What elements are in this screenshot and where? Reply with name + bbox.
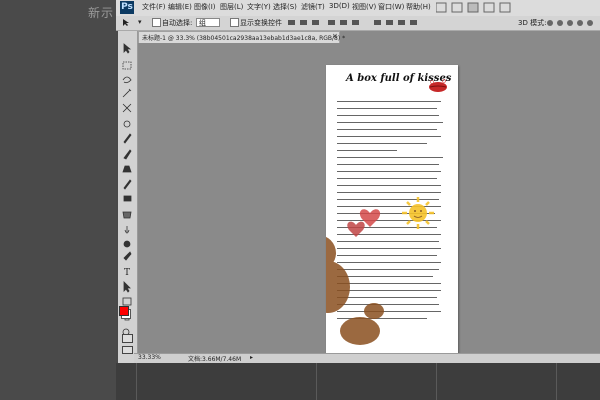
auto-select-checkbox[interactable]: [152, 18, 161, 27]
3d-mode-buttons: [547, 20, 593, 26]
page-decorations: [326, 79, 447, 345]
dodge-tool-icon[interactable]: [123, 240, 131, 248]
lips-icon: [429, 79, 447, 92]
status-arrow-icon[interactable]: ▸: [250, 354, 253, 361]
align-right-icon[interactable]: [352, 20, 359, 25]
auto-select-label: 自动选择:: [162, 19, 193, 27]
auto-select-dropdown[interactable]: 组: [196, 18, 220, 27]
taskbar-divider: [556, 363, 557, 400]
minibridge-icon[interactable]: [451, 2, 463, 13]
eraser-tool-icon[interactable]: [123, 195, 132, 202]
document-size: 文档:3.66M/7.46M: [188, 356, 242, 363]
close-icon[interactable]: ×: [332, 32, 338, 40]
3d-mode-label: 3D 模式:: [518, 19, 547, 27]
screen-mode-icon[interactable]: [122, 346, 133, 354]
align-vcenter-icon[interactable]: [300, 20, 307, 25]
taskbar: [116, 363, 600, 400]
screen-mode-icon[interactable]: [499, 2, 511, 13]
rectangle-tool-icon[interactable]: [122, 297, 132, 306]
quick-selection-icon[interactable]: [122, 88, 132, 98]
bridge-icon[interactable]: [436, 2, 447, 13]
healing-brush-icon[interactable]: [123, 133, 132, 144]
menu-help[interactable]: 帮助(H): [406, 2, 431, 12]
taskbar-divider: [316, 363, 317, 400]
menu-filter[interactable]: 滤镜(T): [301, 2, 325, 12]
menu-view[interactable]: 视图(V): [352, 2, 376, 12]
show-transform-label: 显示变换控件: [240, 19, 282, 27]
teddy-bear-icon: [326, 236, 384, 345]
gradient-tool-icon[interactable]: [122, 211, 132, 219]
distribute-left-icon[interactable]: [410, 20, 417, 25]
blur-tool-icon[interactable]: [124, 226, 130, 234]
lasso-tool-icon[interactable]: [122, 76, 132, 84]
path-selection-icon[interactable]: [123, 281, 131, 293]
quick-mask-icon[interactable]: [122, 334, 133, 343]
menu-layer[interactable]: 图层(L): [220, 2, 243, 12]
3d-slide-icon[interactable]: [577, 20, 583, 26]
hearts-icon: [347, 209, 381, 237]
taskbar-divider: [436, 363, 437, 400]
desktop-strip: [0, 0, 116, 400]
align-buttons: [288, 20, 417, 25]
taskbar-divider: [136, 363, 137, 400]
menu-edit[interactable]: 编辑(E): [168, 2, 192, 12]
marquee-tool-icon[interactable]: [122, 61, 132, 70]
align-bottom-icon[interactable]: [312, 20, 319, 25]
eyedropper-tool-icon[interactable]: [123, 120, 131, 128]
sun-icon: [402, 197, 434, 229]
show-transform-checkbox[interactable]: [230, 18, 239, 27]
align-top-icon[interactable]: [288, 20, 295, 25]
document-tab-title: 未标题-1 @ 33.3% (38b04501ca2938aa13ebab1d3…: [142, 35, 346, 42]
crop-tool-icon[interactable]: [122, 103, 132, 113]
menu-bar-controls: [436, 2, 511, 13]
3d-drag-icon[interactable]: [567, 20, 573, 26]
align-hcenter-icon[interactable]: [340, 20, 347, 25]
menu-image[interactable]: 图像(I): [194, 2, 216, 12]
move-tool-icon[interactable]: [123, 43, 132, 54]
3d-scale-icon[interactable]: [587, 20, 593, 26]
photoshop-logo: Ps: [120, 1, 134, 14]
move-tool-icon[interactable]: [122, 18, 131, 27]
clone-stamp-icon[interactable]: [122, 165, 132, 173]
menu-window[interactable]: 窗口(W): [378, 2, 404, 12]
zoom-level[interactable]: 33.33%: [138, 354, 161, 361]
menu-type[interactable]: 文字(Y): [247, 2, 271, 12]
distribute-top-icon[interactable]: [374, 20, 381, 25]
menu-3d[interactable]: 3D(D): [329, 2, 350, 10]
distribute-vcenter-icon[interactable]: [386, 20, 393, 25]
foreground-color-swatch[interactable]: [119, 306, 129, 316]
distribute-bottom-icon[interactable]: [398, 20, 405, 25]
brush-tool-icon[interactable]: [123, 149, 132, 160]
desktop-label: 新示: [88, 6, 115, 20]
type-tool-icon[interactable]: T: [124, 268, 130, 278]
3d-rotate-icon[interactable]: [547, 20, 553, 26]
3d-roll-icon[interactable]: [557, 20, 563, 26]
align-left-icon[interactable]: [328, 20, 335, 25]
pen-tool-icon[interactable]: [123, 251, 132, 261]
arrange-documents-icon[interactable]: [483, 2, 495, 13]
chevron-down-icon[interactable]: ▾: [138, 18, 142, 26]
menu-file[interactable]: 文件(F): [142, 2, 166, 12]
menu-select[interactable]: 选择(S): [273, 2, 297, 12]
history-brush-icon[interactable]: [123, 179, 132, 190]
zoom-level-icon[interactable]: [467, 2, 479, 13]
